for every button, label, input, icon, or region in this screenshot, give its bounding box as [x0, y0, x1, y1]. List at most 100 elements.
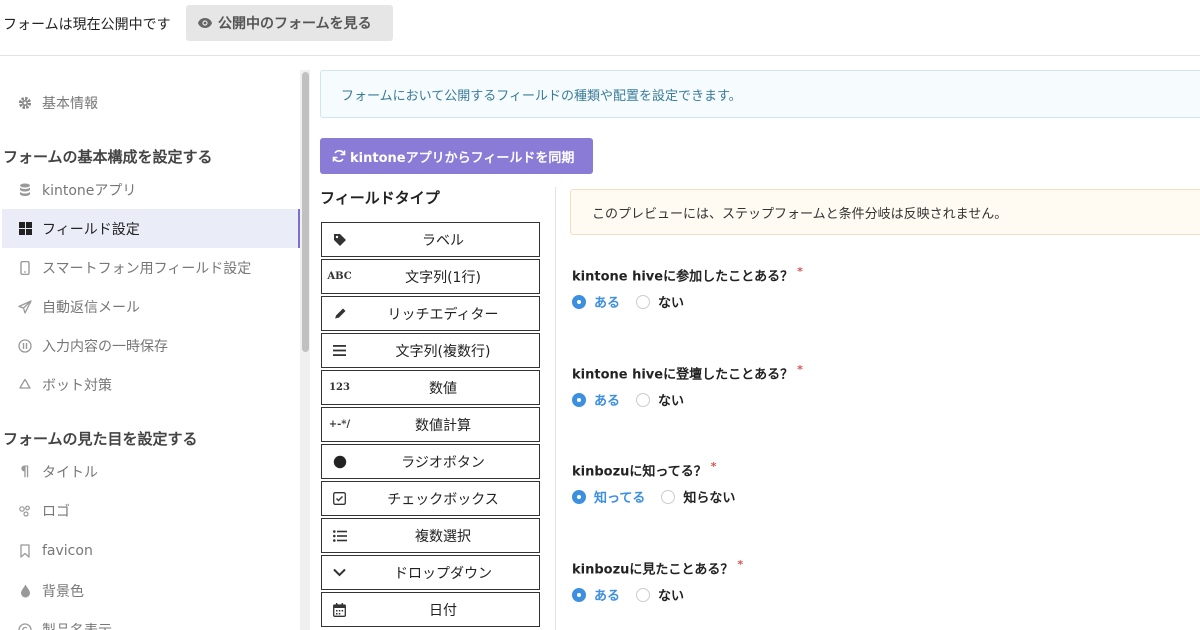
- sync-fields-button[interactable]: kintoneアプリからフィールドを同期: [320, 138, 593, 174]
- radio-group: ある ない: [572, 292, 1192, 311]
- info-message: フォームにおいて公開するフィールドの種類や配置を設定できます。: [320, 70, 1200, 118]
- field-type-name: ドロップダウン: [394, 565, 492, 582]
- sidebar-item-background-color[interactable]: 背景色: [2, 571, 300, 610]
- pencil-icon: [322, 297, 357, 330]
- section-title-appearance: フォームの見た目を設定する: [3, 430, 198, 448]
- lines-icon: [322, 334, 357, 367]
- radio-option-label: ある: [594, 296, 621, 312]
- sync-icon: [332, 149, 346, 163]
- sidebar-item-smartphone-fields[interactable]: スマートフォン用フィールド設定: [2, 248, 300, 287]
- radio-option-label: ある: [594, 394, 621, 410]
- question-label: kintone hiveに参加したことある？ *: [572, 265, 803, 285]
- sidebar-item-auto-reply[interactable]: 自動返信メール: [2, 287, 300, 326]
- field-type-name: 数値: [429, 380, 457, 397]
- field-type-text-single[interactable]: ABC 文字列(1行): [321, 259, 540, 294]
- field-type-name: 文字列(1行): [405, 269, 481, 286]
- sidebar-item-label: kintoneアプリ: [42, 182, 137, 199]
- field-type-text-multi[interactable]: 文字列(複数行): [321, 333, 540, 368]
- sidebar-item-label: favicon: [42, 542, 93, 559]
- field-type-name: 複数選択: [415, 528, 471, 545]
- field-type-multi-select[interactable]: 複数選択: [321, 518, 540, 553]
- radio-button-selected[interactable]: [572, 489, 586, 504]
- field-type-name: 文字列(複数行): [395, 343, 491, 360]
- required-mark: *: [737, 558, 744, 571]
- radio-option-label: ない: [658, 394, 685, 410]
- radio-button[interactable]: [636, 587, 651, 602]
- field-type-checkbox[interactable]: チェックボックス: [321, 481, 540, 516]
- publish-status-text: フォームは現在公開中です: [3, 17, 171, 33]
- sidebar-item-label: スマートフォン用フィールド設定: [42, 260, 252, 277]
- sidebar-scrollbar[interactable]: [300, 70, 310, 630]
- scrollbar-thumb[interactable]: [302, 72, 309, 352]
- preview-question: kintone hiveに登壇したことある？ * ある ない: [572, 363, 1192, 409]
- abc-icon: ABC: [327, 271, 352, 282]
- view-published-form-label: 公開中のフォームを見る: [218, 16, 372, 32]
- sidebar-item-title[interactable]: ¶ タイトル: [2, 452, 300, 491]
- sidebar-item-label: タイトル: [42, 464, 98, 481]
- sidebar-item-label: ロゴ: [42, 503, 70, 520]
- field-type-dropdown[interactable]: ドロップダウン: [321, 555, 540, 590]
- grid-icon: [18, 222, 32, 236]
- sidebar-item-favicon[interactable]: favicon: [2, 531, 300, 570]
- smartphone-icon: [18, 260, 32, 275]
- sidebar-item-label: 背景色: [42, 583, 84, 600]
- sidebar-item-label: 基本情報: [42, 95, 98, 112]
- view-published-form-button[interactable]: 公開中のフォームを見る: [186, 5, 393, 41]
- sidebar-item-field-settings[interactable]: フィールド設定: [2, 209, 300, 248]
- sidebar-item-temp-save[interactable]: 入力内容の一時保存: [2, 326, 300, 365]
- question-label: kintone hiveに登壇したことある？ *: [572, 363, 803, 383]
- field-type-title: フィールドタイプ: [320, 189, 440, 207]
- sync-fields-label: kintoneアプリからフィールドを同期: [350, 150, 575, 166]
- field-type-date[interactable]: 日付: [321, 592, 540, 627]
- sidebar: 基本情報 フォームの基本構成を設定する kintoneアプリ フィールド設定 ス…: [0, 57, 300, 630]
- radio-option-label: 知ってる: [594, 491, 646, 507]
- radio-option-label: ない: [658, 296, 685, 312]
- database-icon: [18, 183, 32, 197]
- paragraph-icon: ¶: [20, 463, 30, 480]
- sidebar-item-label: 入力内容の一時保存: [42, 338, 168, 355]
- radio-button[interactable]: [636, 294, 651, 309]
- number-icon: 123: [329, 382, 350, 393]
- sidebar-item-product-name[interactable]: 製品名表示: [2, 610, 300, 630]
- gear-icon: [18, 96, 32, 110]
- radio-button-selected[interactable]: [572, 587, 586, 602]
- pause-circle-icon: [18, 338, 32, 353]
- droplet-icon: [18, 584, 32, 598]
- radio-button[interactable]: [636, 392, 651, 407]
- radio-group: ある ない: [572, 585, 1192, 604]
- list-icon: [322, 519, 357, 552]
- sidebar-item-kintone-app[interactable]: kintoneアプリ: [2, 170, 300, 209]
- required-mark: *: [710, 460, 717, 473]
- radio-button-selected[interactable]: [572, 294, 586, 309]
- radio-option-label: ある: [594, 589, 621, 605]
- field-type-name: リッチエディター: [387, 306, 499, 323]
- field-type-number[interactable]: 123 数値: [321, 370, 540, 405]
- chevron-down-icon: [322, 556, 357, 589]
- field-type-label[interactable]: ラベル: [321, 222, 540, 257]
- radio-group: ある ない: [572, 390, 1192, 409]
- radio-option-label: ない: [658, 589, 685, 605]
- field-type-name: チェックボックス: [387, 491, 499, 508]
- sidebar-item-bot-protection[interactable]: ボット対策: [2, 365, 300, 404]
- field-type-name: 日付: [429, 602, 457, 619]
- radio-button-selected[interactable]: [572, 392, 586, 407]
- sidebar-item-label: 自動返信メール: [42, 299, 140, 316]
- calc-icon: +-*/: [328, 419, 351, 430]
- sidebar-item-basic-info[interactable]: 基本情報: [2, 83, 300, 122]
- checkbox-icon: [322, 482, 357, 515]
- recycle-icon: [18, 378, 32, 392]
- paper-plane-icon: [18, 299, 32, 314]
- radio-icon: [322, 445, 357, 478]
- section-title-basic-structure: フォームの基本構成を設定する: [3, 148, 213, 166]
- column-divider: [555, 187, 556, 630]
- field-type-calc[interactable]: +-*/ 数値計算: [321, 407, 540, 442]
- preview-question: kinbozuに見たことある？ * ある ない: [572, 558, 1192, 604]
- question-label: kinbozuに知ってる？ *: [572, 460, 717, 480]
- field-type-name: 数値計算: [415, 417, 471, 434]
- sidebar-item-label: ボット対策: [42, 377, 112, 394]
- radio-button[interactable]: [661, 489, 676, 504]
- field-type-rich-editor[interactable]: リッチエディター: [321, 296, 540, 331]
- sidebar-item-label: フィールド設定: [42, 221, 140, 238]
- field-type-radio[interactable]: ラジオボタン: [321, 444, 540, 479]
- sidebar-item-logo[interactable]: ロゴ: [2, 491, 300, 530]
